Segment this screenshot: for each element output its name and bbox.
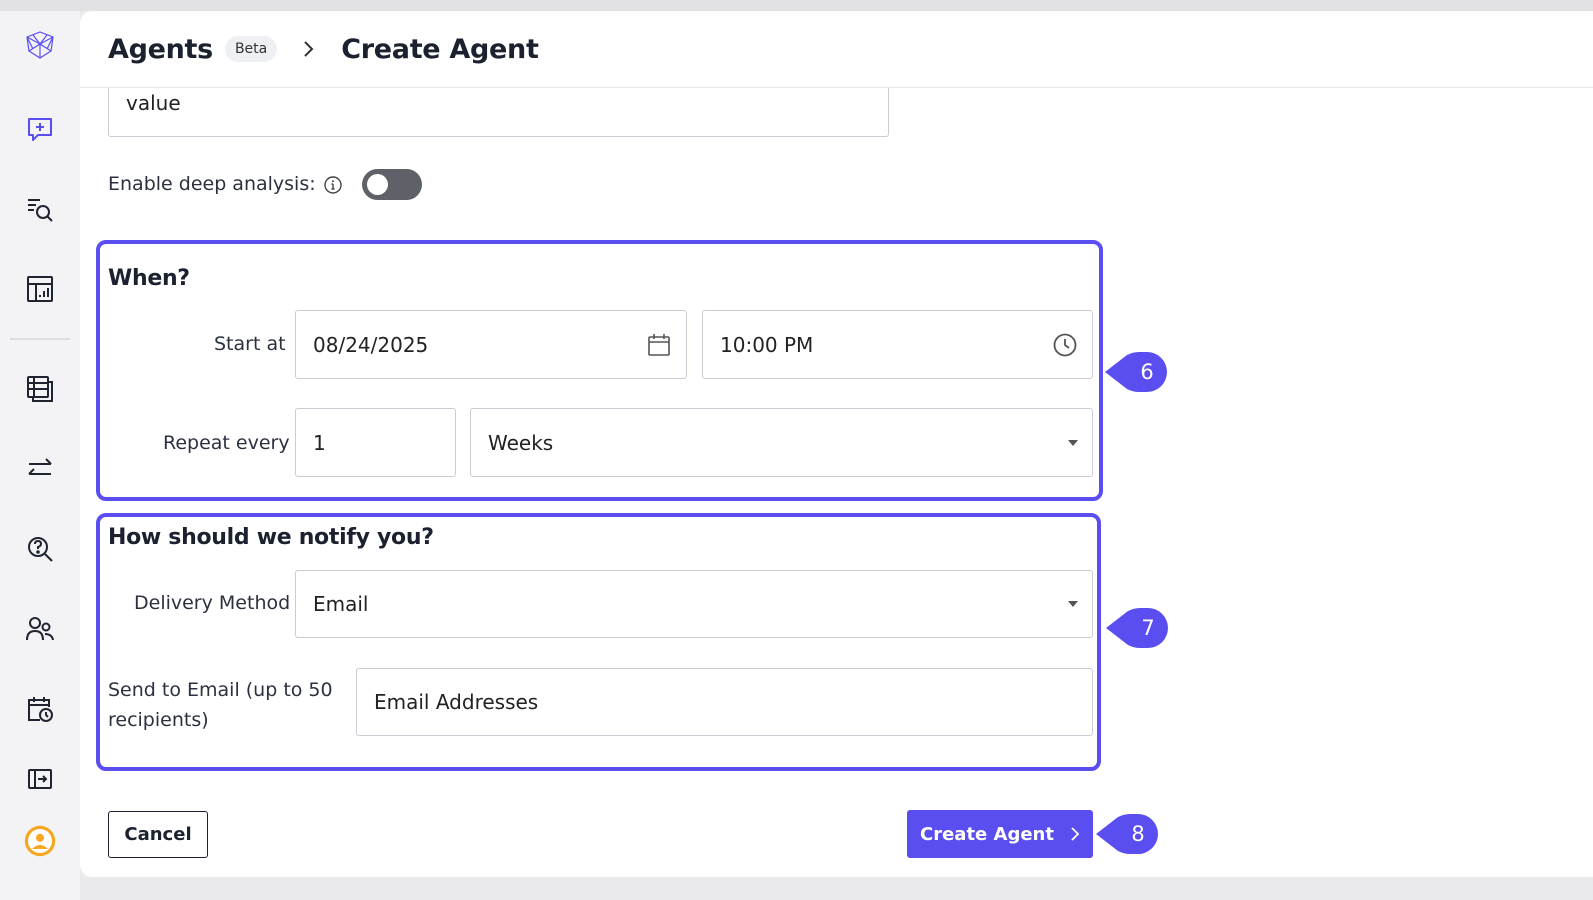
delivery-method-value: Email xyxy=(313,592,369,616)
delivery-method-label: Delivery Method xyxy=(134,592,291,614)
question-search-icon[interactable] xyxy=(20,529,60,569)
info-icon[interactable] xyxy=(323,175,343,195)
repeat-every-label: Repeat every xyxy=(163,432,290,454)
new-chat-icon[interactable] xyxy=(20,109,60,149)
create-agent-button[interactable]: Create Agent xyxy=(907,810,1093,858)
chevron-right-icon xyxy=(304,41,314,57)
value-field-text: value xyxy=(126,91,181,115)
search-list-icon[interactable] xyxy=(20,189,60,229)
email-addresses-placeholder: Email Addresses xyxy=(374,690,539,714)
repeat-unit-value: Weeks xyxy=(488,430,554,455)
schedule-icon[interactable] xyxy=(20,689,60,729)
email-addresses-input[interactable]: Email Addresses xyxy=(356,668,1093,736)
notify-title: How should we notify you? xyxy=(108,525,434,550)
table-icon[interactable] xyxy=(20,369,60,409)
transfer-icon[interactable] xyxy=(20,449,60,489)
dashboard-icon[interactable] xyxy=(20,269,60,309)
repeat-count-input[interactable]: 1 xyxy=(295,408,456,477)
start-time-input[interactable]: 10:00 PM xyxy=(702,310,1093,379)
value-field[interactable]: value xyxy=(108,88,889,137)
step-marker-number: 7 xyxy=(1141,616,1155,640)
deep-analysis-label: Enable deep analysis: xyxy=(108,173,316,195)
breadcrumb-agents[interactable]: Agents xyxy=(108,34,213,65)
clock-icon[interactable] xyxy=(1052,332,1078,358)
cancel-button-label: Cancel xyxy=(124,824,192,845)
beta-badge: Beta xyxy=(224,36,278,62)
step-marker-number: 8 xyxy=(1131,822,1145,846)
dropdown-caret-icon xyxy=(1068,601,1078,607)
start-date-input[interactable]: 08/24/2025 xyxy=(295,310,687,379)
calendar-icon[interactable] xyxy=(646,332,672,358)
toggle-knob xyxy=(367,174,388,195)
step-marker-number: 6 xyxy=(1140,360,1154,384)
page-header: Agents Beta Create Agent xyxy=(80,11,1593,88)
page-title: Create Agent xyxy=(341,33,539,65)
when-title: When? xyxy=(108,266,190,291)
cancel-button[interactable]: Cancel xyxy=(108,811,208,858)
deep-analysis-toggle[interactable] xyxy=(362,169,422,200)
start-date-value: 08/24/2025 xyxy=(313,332,429,357)
users-icon[interactable] xyxy=(20,609,60,649)
exit-icon[interactable] xyxy=(20,759,60,799)
send-to-email-label: Send to Email (up to 50 recipients) xyxy=(108,679,333,731)
window-top-strip xyxy=(0,0,1593,11)
logo-icon[interactable] xyxy=(20,25,60,65)
step-marker-7: 7 xyxy=(1106,608,1168,648)
dropdown-caret-icon xyxy=(1068,439,1078,446)
start-at-label: Start at xyxy=(214,333,286,355)
avatar-icon[interactable] xyxy=(20,821,60,861)
main-panel: Agents Beta Create Agent value Enable de… xyxy=(80,11,1593,877)
step-marker-6: 6 xyxy=(1105,352,1167,392)
start-time-value: 10:00 PM xyxy=(720,332,814,357)
delivery-method-select[interactable]: Email xyxy=(295,570,1093,638)
create-agent-button-label: Create Agent xyxy=(920,823,1054,845)
step-marker-8: 8 xyxy=(1096,814,1158,854)
repeat-unit-select[interactable]: Weeks xyxy=(470,408,1093,477)
sidebar-divider xyxy=(10,338,70,340)
chevron-right-icon xyxy=(1071,827,1080,841)
repeat-count-value: 1 xyxy=(313,430,326,455)
sidebar xyxy=(0,11,80,900)
